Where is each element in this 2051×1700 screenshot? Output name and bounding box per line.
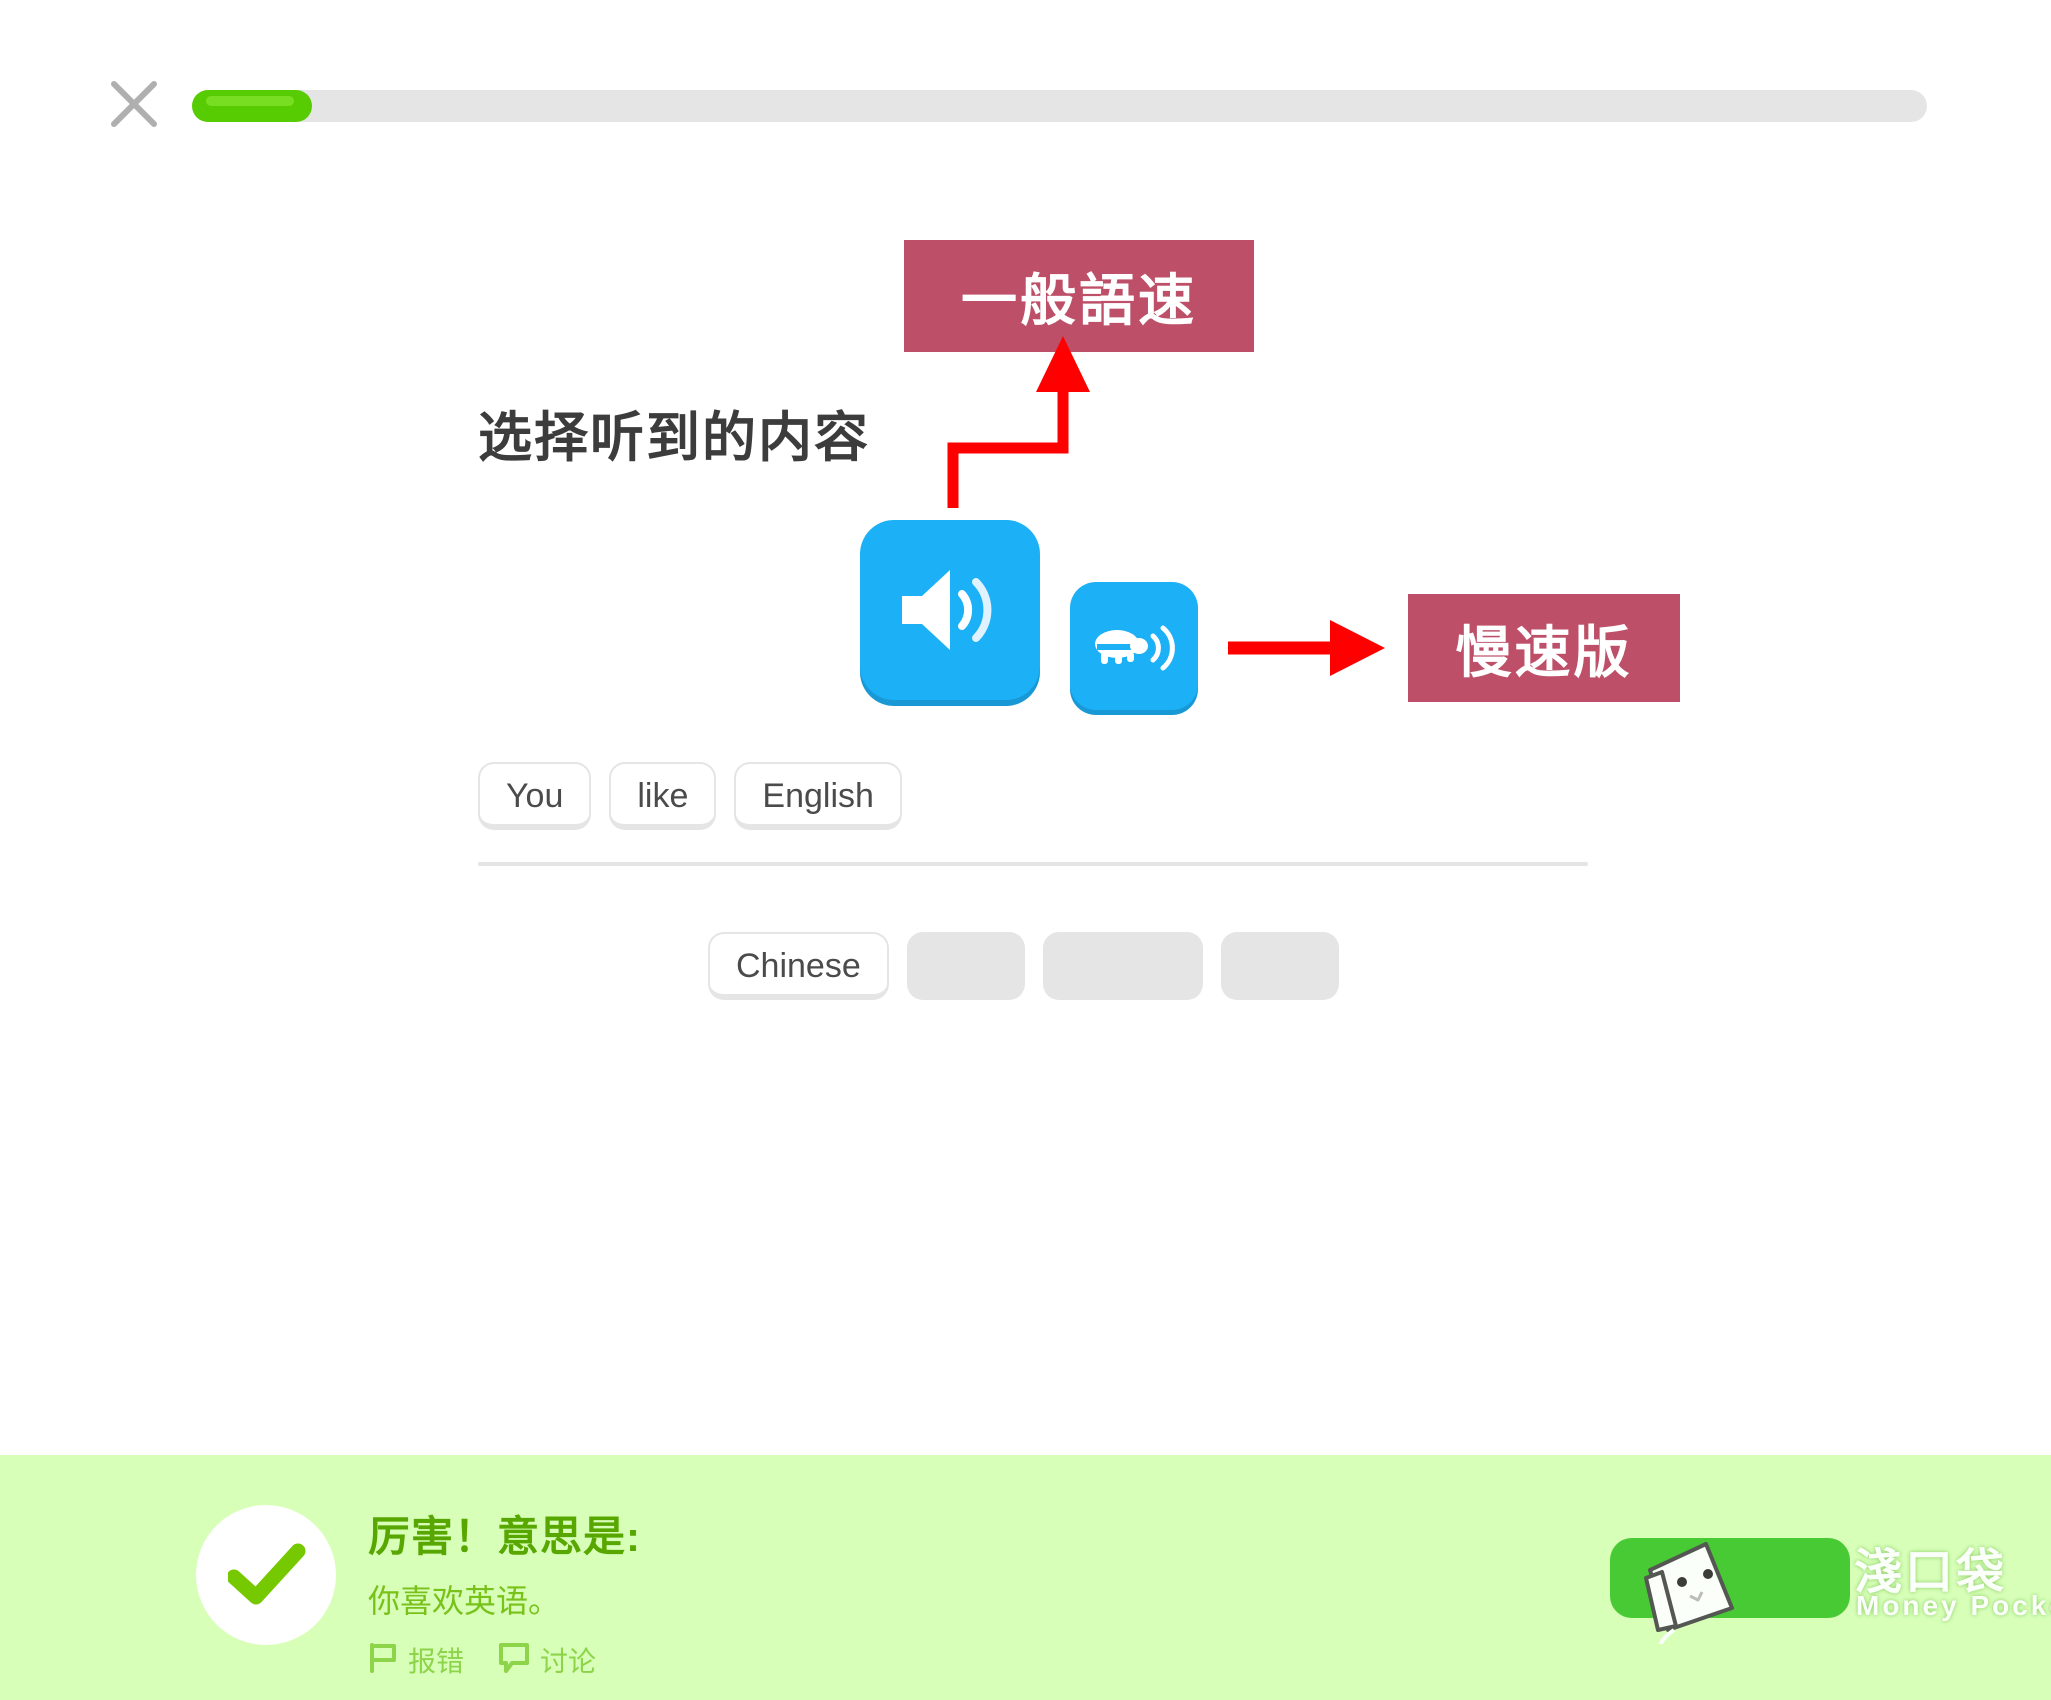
- status-badge: [196, 1505, 336, 1645]
- speaker-icon: [902, 570, 992, 650]
- discuss-link[interactable]: 讨论: [498, 1640, 596, 1680]
- annotation-arrow-up-icon: [947, 336, 1090, 508]
- report-error-link[interactable]: 报错: [368, 1640, 464, 1680]
- lesson-header: [0, 0, 2051, 160]
- answer-tile[interactable]: like: [609, 762, 717, 830]
- word-bank-empty-slot[interactable]: [906, 932, 1025, 1000]
- paper-mascot-icon: [1628, 1534, 1778, 1655]
- word-bank-empty-slot[interactable]: [1042, 932, 1203, 1000]
- play-audio-slow-button[interactable]: [1070, 582, 1198, 710]
- answer-baseline: [478, 862, 1588, 866]
- watermark-logo: 淺口袋 Money Pocket: [1598, 1528, 2051, 1655]
- annotation-arrow-right-icon: [1228, 620, 1385, 676]
- turtle-speaker-icon: [1095, 625, 1175, 671]
- close-icon[interactable]: [108, 78, 160, 130]
- answer-area: You like English: [478, 762, 1588, 830]
- answer-tile[interactable]: English: [734, 762, 902, 830]
- progress-gloss: [206, 96, 294, 106]
- app-screen: 选择听到的内容 You like English Chinese 一般語速 慢速…: [0, 0, 2051, 1700]
- word-bank: Chinese: [708, 932, 1339, 1000]
- speech-bubble-icon: [498, 1641, 530, 1680]
- report-error-label: 报错: [408, 1646, 465, 1677]
- word-bank-tile[interactable]: Chinese: [708, 932, 889, 1000]
- lesson-progress-fill: [192, 90, 312, 122]
- annotation-normal-speed-label: 一般語速: [904, 240, 1254, 352]
- play-audio-normal-button[interactable]: [860, 520, 1040, 700]
- answer-tile[interactable]: You: [478, 762, 592, 830]
- result-action-links: 报错 讨论: [368, 1640, 641, 1680]
- check-circle-icon: [228, 1543, 306, 1605]
- result-text-block: 厉害！意思是: 你喜欢英语。 报错 讨论: [368, 1503, 641, 1680]
- result-title: 厉害！意思是:: [368, 1513, 641, 1560]
- result-subtitle: 你喜欢英语。: [368, 1583, 561, 1619]
- discuss-label: 讨论: [540, 1646, 597, 1677]
- word-bank-empty-slot[interactable]: [1220, 932, 1339, 1000]
- flag-icon: [368, 1641, 398, 1680]
- lesson-progress-bar: [192, 90, 1927, 122]
- exercise-prompt-title: 选择听到的内容: [478, 408, 870, 468]
- word-bank-row: Chinese: [708, 932, 1339, 1000]
- annotation-slow-speed-label: 慢速版: [1408, 594, 1680, 702]
- answer-tile-row: You like English: [478, 762, 1588, 830]
- watermark-name-en: Money Pocket: [1856, 1590, 2051, 1621]
